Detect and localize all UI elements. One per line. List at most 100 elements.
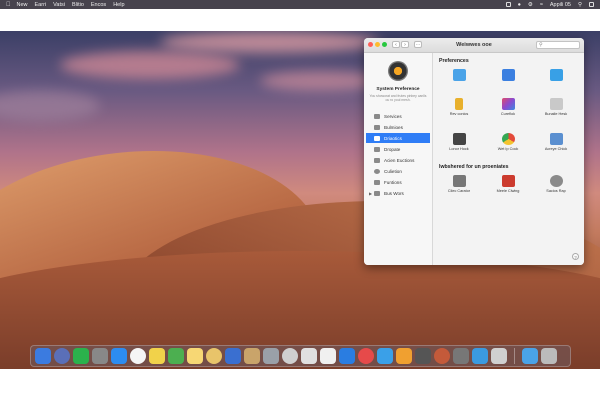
sidebar-item-bulmioes[interactable]: Bulmioes bbox=[366, 122, 430, 132]
menu-earri[interactable]: Earri bbox=[35, 2, 47, 8]
menu-help[interactable]: Help bbox=[113, 2, 124, 8]
sidebar-item-label: Culietion bbox=[384, 168, 402, 174]
dock-app-icon[interactable] bbox=[130, 348, 146, 364]
dock-app-icon[interactable] bbox=[396, 348, 412, 364]
pencil-icon bbox=[455, 98, 463, 110]
dock-app-icon[interactable] bbox=[35, 348, 51, 364]
control-center-icon[interactable] bbox=[589, 2, 594, 7]
function-icon bbox=[374, 179, 380, 185]
search-field[interactable]: ⚲ bbox=[536, 41, 580, 49]
pref-item-bunaile-hesk[interactable]: Bunaile Hesk bbox=[536, 98, 576, 116]
pref-item-cureflok[interactable]: Cureflok bbox=[488, 98, 528, 116]
app-description: You showorat and frutes pinbey canlls ou… bbox=[369, 94, 427, 103]
pref-item[interactable] bbox=[536, 69, 576, 83]
folder-icon bbox=[374, 135, 380, 141]
menu-blitio[interactable]: Blitio bbox=[72, 2, 84, 8]
dock-app-icon[interactable] bbox=[358, 348, 374, 364]
grid-icon bbox=[374, 124, 380, 130]
circle-icon bbox=[374, 168, 380, 174]
dock-app-icon[interactable] bbox=[415, 348, 431, 364]
sidebar-item-label: Dropate bbox=[384, 146, 401, 152]
burst-icon bbox=[501, 175, 515, 187]
pref-item-wet-ip-cock[interactable]: Wet Ip Cock bbox=[488, 133, 528, 151]
camera-icon bbox=[452, 175, 466, 187]
sidebar-item-funtions[interactable]: Funtions bbox=[366, 177, 430, 187]
sidebar-item-acien-euctions[interactable]: Acien Euctions bbox=[366, 155, 430, 165]
dock-app-icon[interactable] bbox=[339, 348, 355, 364]
pref-item[interactable] bbox=[488, 69, 528, 83]
wifi-icon[interactable]: ≈ bbox=[540, 2, 543, 8]
dock-app-icon[interactable] bbox=[225, 348, 241, 364]
gray-folder-icon bbox=[549, 98, 563, 110]
section-title-others: Iwbshered for un proeniates bbox=[439, 164, 509, 170]
bus-icon bbox=[374, 190, 380, 196]
settings-status-icon[interactable]: ⚙ bbox=[528, 2, 533, 8]
terminal-icon bbox=[452, 133, 466, 145]
dock-app-icon[interactable] bbox=[168, 348, 184, 364]
network-icon bbox=[549, 133, 563, 145]
clock-text[interactable]: Appili 05 bbox=[550, 2, 571, 8]
pref-item-sacios-rap[interactable]: Sacios Rap bbox=[536, 175, 576, 193]
list-icon bbox=[374, 157, 380, 163]
dock-app-icon[interactable] bbox=[92, 348, 108, 364]
dock-app-icon[interactable] bbox=[149, 348, 165, 364]
dock-app-icon[interactable] bbox=[434, 348, 450, 364]
preferences-content: Preferences Rev conics Cureflok Bunaile … bbox=[433, 53, 584, 265]
dock-app-icon[interactable] bbox=[453, 348, 469, 364]
trash-icon[interactable] bbox=[541, 348, 557, 364]
blue-folder-icon bbox=[452, 69, 466, 81]
search-icon: ⚲ bbox=[539, 42, 543, 48]
pref-item-rev-conics[interactable]: Rev conics bbox=[439, 98, 479, 116]
gear-icon bbox=[374, 113, 380, 119]
sidebar-item-label: Acien Euctions bbox=[384, 157, 415, 163]
menu-encos[interactable]: Encos bbox=[91, 2, 106, 8]
search-menubar-icon[interactable]: ⚲ bbox=[578, 2, 582, 8]
sidebar-item-culietion[interactable]: Culietion bbox=[366, 166, 430, 176]
sidebar-item-label: Bus Wors bbox=[384, 190, 404, 196]
monitor-icon bbox=[501, 69, 515, 81]
section-title-preferences: Preferences bbox=[439, 58, 469, 64]
dock bbox=[30, 345, 571, 367]
pref-item-cliec-carator[interactable]: Cliec Carator bbox=[439, 175, 479, 193]
dock-app-icon[interactable] bbox=[472, 348, 488, 364]
dock-app-icon[interactable] bbox=[263, 348, 279, 364]
dock-app-icon[interactable] bbox=[282, 348, 298, 364]
dock-app-icon[interactable] bbox=[244, 348, 260, 364]
disclosure-arrow-icon[interactable]: ▶ bbox=[369, 191, 372, 196]
sidebar-item-bus-wors[interactable]: ▶ Bus Wors bbox=[366, 188, 430, 198]
sidebar-item-services[interactable]: Services bbox=[366, 111, 430, 121]
dock-app-icon[interactable] bbox=[73, 348, 89, 364]
menu-new[interactable]: New bbox=[17, 2, 28, 8]
apple-menu-icon[interactable]:  bbox=[6, 2, 11, 8]
gear-gray-icon bbox=[549, 175, 563, 187]
downloads-folder-icon[interactable] bbox=[522, 348, 538, 364]
pref-item-acreye-chick[interactable]: Acreye Chick bbox=[536, 133, 576, 151]
help-button[interactable]: ? bbox=[572, 253, 579, 260]
dock-app-icon[interactable] bbox=[320, 348, 336, 364]
dock-app-icon[interactable] bbox=[111, 348, 127, 364]
dock-app-icon[interactable] bbox=[206, 348, 222, 364]
menu-vatsi[interactable]: Vatsi bbox=[53, 2, 65, 8]
pref-item[interactable] bbox=[439, 69, 479, 83]
dock-app-icon[interactable] bbox=[54, 348, 70, 364]
sidebar: System Preference You showorat and frute… bbox=[364, 53, 433, 265]
dock-separator bbox=[514, 348, 515, 364]
pref-item-lonor-hock[interactable]: Lonor Hock bbox=[439, 133, 479, 151]
dock-app-icon[interactable] bbox=[301, 348, 317, 364]
sidebar-item-label: Funtions bbox=[384, 179, 402, 185]
pref-item-meele-clwlng[interactable]: Meele Clwlng bbox=[488, 175, 528, 193]
color-grid-icon bbox=[501, 98, 515, 110]
dock-app-icon[interactable] bbox=[187, 348, 203, 364]
display-icon[interactable] bbox=[505, 2, 511, 7]
window-titlebar[interactable]: ‹ › ⋯ Weiwwes ooe ⚲ bbox=[364, 38, 584, 53]
menu-bar:  New Earri Vatsi Blitio Encos Help ● ⚙ … bbox=[0, 0, 600, 9]
status-area: ● ⚙ ≈ Appili 05 ⚲ bbox=[505, 0, 594, 9]
sidebar-item-dropate[interactable]: Dropate bbox=[366, 144, 430, 154]
sidebar-item-driaotics[interactable]: Driaotics bbox=[366, 133, 430, 143]
sidebar-item-label: Bulmioes bbox=[384, 124, 403, 130]
dock-app-icon[interactable] bbox=[491, 348, 507, 364]
sidebar-item-label: Services bbox=[384, 113, 402, 119]
chrome-icon bbox=[501, 133, 515, 145]
cloud-status-icon[interactable]: ● bbox=[518, 2, 521, 8]
dock-app-icon[interactable] bbox=[377, 348, 393, 364]
